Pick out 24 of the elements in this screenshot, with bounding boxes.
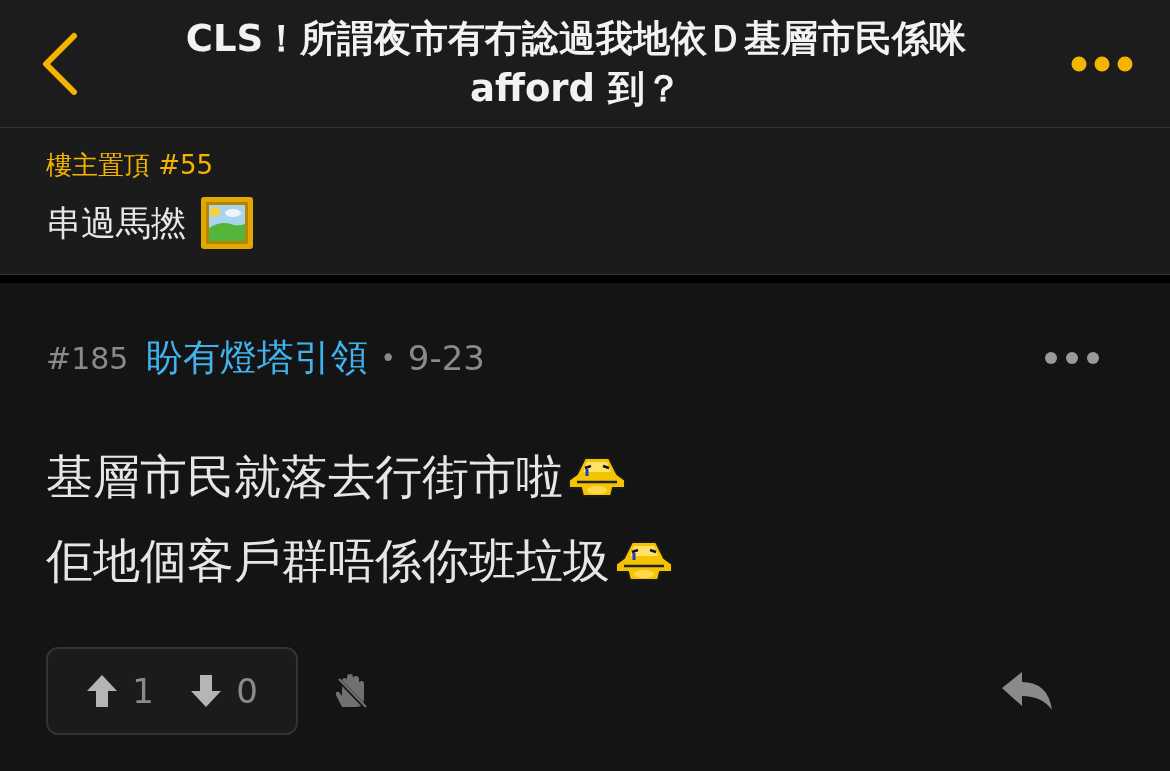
separator-dot: • xyxy=(380,343,396,373)
thread-title: CLS！所謂夜市有冇諗過我地依Ｄ基層市民係咪 afford 到？ xyxy=(184,15,968,112)
post-date: 9-23 xyxy=(407,338,485,378)
reply-icon xyxy=(1000,670,1054,712)
emoji-icon xyxy=(614,538,674,584)
more-icon xyxy=(1070,54,1134,73)
block-hand-button[interactable] xyxy=(334,673,368,709)
more-icon xyxy=(1044,351,1100,365)
emoji-icon xyxy=(567,454,627,500)
down-arrow-icon xyxy=(190,674,223,708)
pinned-label: 樓主置頂 #55 xyxy=(46,149,215,182)
pinned-text: 串過馬撚 xyxy=(46,201,186,245)
post-number: #185 xyxy=(46,340,129,376)
upvote-button[interactable]: 1 xyxy=(86,671,154,711)
post-more-button[interactable] xyxy=(1044,351,1100,365)
author-name[interactable]: 盼有燈塔引領 xyxy=(146,333,369,383)
post-text: 佢地個客戶群唔係你班垃圾 xyxy=(46,531,610,590)
picture-frame-icon xyxy=(200,196,254,250)
up-arrow-icon xyxy=(86,674,119,708)
crossed-hand-icon xyxy=(334,673,368,709)
downvote-button[interactable]: 0 xyxy=(190,671,258,711)
back-icon xyxy=(40,31,80,96)
post-text: 基層市民就落去行街市啦 xyxy=(46,447,563,506)
reply-button[interactable] xyxy=(1000,670,1054,712)
